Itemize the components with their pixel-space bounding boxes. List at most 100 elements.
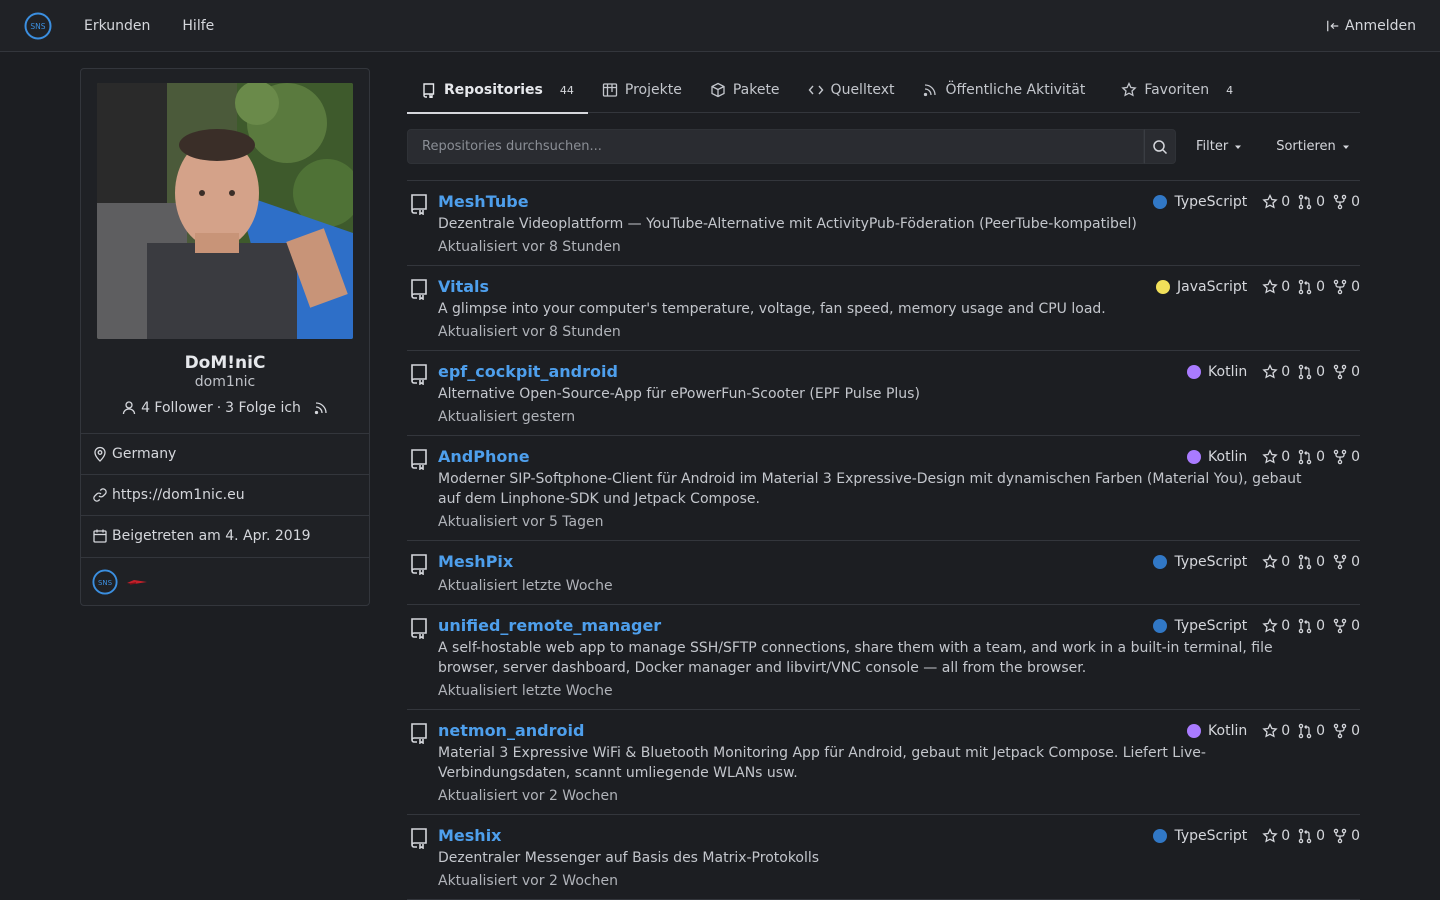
fork-icon [1333, 618, 1347, 634]
repo-book-icon [411, 618, 427, 639]
repo-forks[interactable]: 0 [1332, 828, 1360, 844]
repo-forks[interactable]: 0 [1332, 194, 1360, 210]
tab-repositories[interactable]: Repositories 44 [407, 68, 588, 114]
repo-name-link[interactable]: MeshTube [438, 191, 529, 213]
tab-activity-label: Öffentliche Aktivität [945, 82, 1086, 98]
repo-item: Meshix Dezentraler Messenger auf Basis d… [407, 815, 1360, 900]
repo-list: MeshTube Dezentrale Videoplattform — You… [407, 180, 1360, 900]
repo-language: Kotlin [1208, 723, 1248, 739]
rss-feed-icon[interactable] [313, 400, 329, 416]
repo-book-icon [411, 364, 427, 385]
language-color-dot [1187, 365, 1202, 379]
repo-pull-requests[interactable]: 0 [1297, 449, 1325, 465]
repo-item: MeshTube Dezentrale Videoplattform — You… [407, 181, 1360, 266]
repo-forks[interactable]: 0 [1332, 279, 1360, 295]
repo-forks[interactable]: 0 [1332, 723, 1360, 739]
repo-pull-requests[interactable]: 0 [1297, 279, 1325, 295]
sort-dropdown[interactable]: Sortieren [1276, 139, 1350, 154]
followers-link[interactable]: 4 Follower [141, 400, 213, 416]
repo-pull-requests[interactable]: 0 [1297, 828, 1325, 844]
repo-forks[interactable]: 0 [1332, 618, 1360, 634]
signin-link[interactable]: Anmelden [1326, 18, 1416, 34]
repo-stars[interactable]: 0 [1262, 279, 1290, 295]
repo-name-link[interactable]: netmon_android [438, 720, 584, 742]
repo-name-link[interactable]: MeshPix [438, 551, 513, 573]
repo-updated: Aktualisiert letzte Woche [438, 683, 613, 699]
fork-icon [1333, 194, 1347, 210]
fork-icon [1333, 279, 1347, 295]
repo-updated: Aktualisiert vor 8 Stunden [438, 324, 621, 340]
tab-code[interactable]: Quelltext [794, 68, 909, 113]
top-navbar: SNS Erkunden Hilfe Anmelden [0, 0, 1440, 52]
repo-description: Dezentrale Videoplattform — YouTube-Alte… [438, 216, 1137, 232]
filter-label: Filter [1196, 139, 1229, 154]
repo-meta: Kotlin 0 0 0 [1187, 720, 1360, 742]
joined-row: Beigetreten am 4. Apr. 2019 [81, 515, 369, 556]
repo-name-link[interactable]: AndPhone [438, 446, 530, 468]
tab-favorites[interactable]: Favoriten 4 [1107, 68, 1247, 113]
signin-label: Anmelden [1345, 17, 1416, 34]
org-red-logo-icon[interactable] [124, 569, 150, 595]
location-row: Germany [81, 433, 369, 474]
repo-meta: Kotlin 0 0 0 [1187, 361, 1360, 383]
nav-help[interactable]: Hilfe [166, 18, 230, 34]
repo-stars-count: 0 [1281, 828, 1291, 844]
repo-stars[interactable]: 0 [1262, 364, 1290, 380]
repo-forks[interactable]: 0 [1332, 364, 1360, 380]
repo-pull-requests[interactable]: 0 [1297, 723, 1325, 739]
repo-stars[interactable]: 0 [1262, 194, 1290, 210]
repo-forks-count: 0 [1351, 449, 1360, 465]
repo-stars[interactable]: 0 [1262, 828, 1290, 844]
repo-stars[interactable]: 0 [1262, 618, 1290, 634]
repo-pull-requests[interactable]: 0 [1297, 554, 1325, 570]
tab-repositories-label: Repositories [444, 82, 543, 98]
repo-item: epf_cockpit_android Alternative Open-Sou… [407, 351, 1360, 436]
repo-updated: Aktualisiert vor 5 Tagen [438, 514, 604, 530]
repo-stars[interactable]: 0 [1262, 723, 1290, 739]
repo-stars-count: 0 [1281, 449, 1291, 465]
repo-item: netmon_android Material 3 Expressive WiF… [407, 710, 1360, 815]
repo-name-link[interactable]: Meshix [438, 825, 502, 847]
repo-search-input[interactable] [407, 129, 1144, 164]
filter-dropdown[interactable]: Filter [1196, 139, 1242, 154]
org-sns-logo-icon[interactable]: SNS [92, 569, 118, 595]
pull-request-icon [1298, 194, 1312, 210]
following-link[interactable]: 3 Folge ich [225, 400, 301, 416]
repo-forks-count: 0 [1351, 723, 1360, 739]
nav-explore[interactable]: Erkunden [68, 18, 166, 34]
search-button[interactable] [1144, 129, 1176, 164]
repo-forks-count: 0 [1351, 279, 1360, 295]
repo-meta: TypeScript 0 0 0 [1153, 615, 1360, 637]
site-logo-icon[interactable]: SNS [24, 12, 52, 40]
repo-forks[interactable]: 0 [1332, 554, 1360, 570]
tab-projects[interactable]: Projekte [588, 68, 696, 113]
repo-pull-requests[interactable]: 0 [1297, 364, 1325, 380]
repo-pull-requests[interactable]: 0 [1297, 618, 1325, 634]
repo-name-link[interactable]: epf_cockpit_android [438, 361, 618, 383]
repo-stars[interactable]: 0 [1262, 554, 1290, 570]
website-link[interactable]: https://dom1nic.eu [112, 487, 245, 503]
repo-book-icon [411, 723, 427, 744]
repo-prs-count: 0 [1316, 828, 1326, 844]
language-color-dot [1153, 195, 1168, 209]
profile-username: dom1nic [194, 374, 256, 390]
repo-forks-count: 0 [1351, 828, 1360, 844]
location-pin-icon [94, 446, 106, 462]
fork-icon [1333, 723, 1347, 739]
tab-packages[interactable]: Pakete [696, 68, 794, 113]
location-text: Germany [112, 446, 177, 462]
repo-pull-requests[interactable]: 0 [1297, 194, 1325, 210]
tab-projects-label: Projekte [624, 82, 682, 98]
repo-name-link[interactable]: Vitals [438, 276, 489, 298]
repo-stars[interactable]: 0 [1262, 449, 1290, 465]
pull-request-icon [1298, 618, 1312, 634]
repo-name-link[interactable]: unified_remote_manager [438, 615, 661, 637]
repo-description: Moderner SIP-Softphone-Client für Androi… [438, 471, 1302, 507]
repo-forks-count: 0 [1351, 554, 1360, 570]
repo-item: unified_remote_manager A self-hostable w… [407, 605, 1360, 710]
profile-avatar[interactable] [97, 83, 353, 339]
tab-activity[interactable]: Öffentliche Aktivität [908, 68, 1099, 113]
star-icon [1262, 618, 1278, 633]
repo-forks[interactable]: 0 [1332, 449, 1360, 465]
repo-stars-count: 0 [1281, 279, 1291, 295]
